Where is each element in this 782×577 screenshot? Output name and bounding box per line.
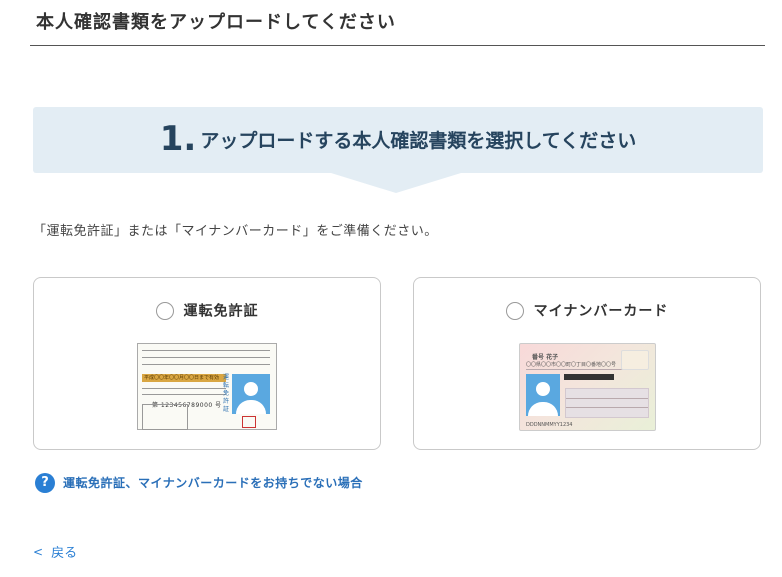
page-title: 本人確認書類をアップロードしてください	[36, 12, 396, 33]
license-validity-band: 平成〇〇年〇〇月〇〇日まで有効	[142, 374, 226, 382]
license-line	[142, 364, 270, 365]
step-number: 1.	[159, 119, 197, 159]
license-line	[142, 388, 226, 389]
step-banner-arrow	[331, 173, 461, 193]
title-divider	[30, 45, 765, 46]
card-photo	[526, 374, 560, 416]
card-address: 〇〇県〇〇市〇〇町〇丁目〇番地〇〇号	[526, 362, 617, 368]
question-circle-icon: ?	[35, 472, 55, 493]
option-card-my-number[interactable]: マイナンバーカード 番号 花子 〇〇県〇〇市〇〇町〇丁目〇番地〇〇号 DDDNN…	[413, 277, 761, 450]
back-link-text: 戻る	[51, 546, 78, 561]
step-title: アップロードする本人確認書類を選択してください	[200, 129, 637, 152]
card-chip	[621, 350, 649, 370]
card-info-grid	[565, 388, 649, 418]
radio-button-drivers-license[interactable]	[155, 301, 174, 320]
license-vertical-label: 運転免許証	[222, 374, 229, 413]
instruction-text: 「運転免許証」または「マイナンバーカード」をご準備ください。	[33, 224, 438, 239]
card-redaction-bar	[564, 374, 614, 380]
option-row: マイナンバーカード	[414, 300, 760, 321]
no-id-help-link[interactable]: ? 運転免許証、マイナンバーカードをお持ちでない場合	[35, 472, 363, 493]
person-silhouette-icon	[244, 382, 258, 396]
help-link-text: 運転免許証、マイナンバーカードをお持ちでない場合	[63, 476, 363, 490]
chevron-left-icon: <	[33, 544, 44, 559]
step-banner: 1. アップロードする本人確認書類を選択してください	[33, 107, 763, 173]
back-link[interactable]: < 戻る	[33, 541, 78, 562]
person-body-shape	[528, 402, 558, 416]
card-name: 番号 花子	[532, 354, 559, 361]
card-line	[566, 398, 648, 399]
person-body-shape	[236, 400, 266, 414]
option-row: 運転免許証	[34, 300, 380, 321]
license-line	[142, 394, 226, 395]
option-label: 運転免許証	[183, 303, 259, 320]
drivers-license-illustration: 平成〇〇年〇〇月〇〇日まで有効 運転免許証 第 123456789000 号	[137, 343, 277, 430]
person-silhouette-icon	[536, 382, 550, 396]
my-number-card-illustration: 番号 花子 〇〇県〇〇市〇〇町〇丁目〇番地〇〇号 DDDNNMMYY1234	[519, 343, 656, 431]
license-line	[142, 350, 270, 351]
option-label: マイナンバーカード	[533, 303, 669, 320]
license-category-box	[142, 404, 188, 430]
card-line	[566, 407, 648, 408]
radio-button-my-number[interactable]	[505, 301, 524, 320]
option-card-drivers-license[interactable]: 運転免許証 平成〇〇年〇〇月〇〇日まで有効 運転免許証 第 1234567890…	[33, 277, 381, 450]
license-photo	[232, 374, 270, 414]
license-stamp	[242, 416, 256, 428]
step-heading: 1. アップロードする本人確認書類を選択してください	[33, 119, 763, 159]
license-line	[142, 357, 270, 358]
card-line	[526, 369, 624, 370]
card-barcode-text: DDDNNMMYY1234	[526, 422, 573, 428]
